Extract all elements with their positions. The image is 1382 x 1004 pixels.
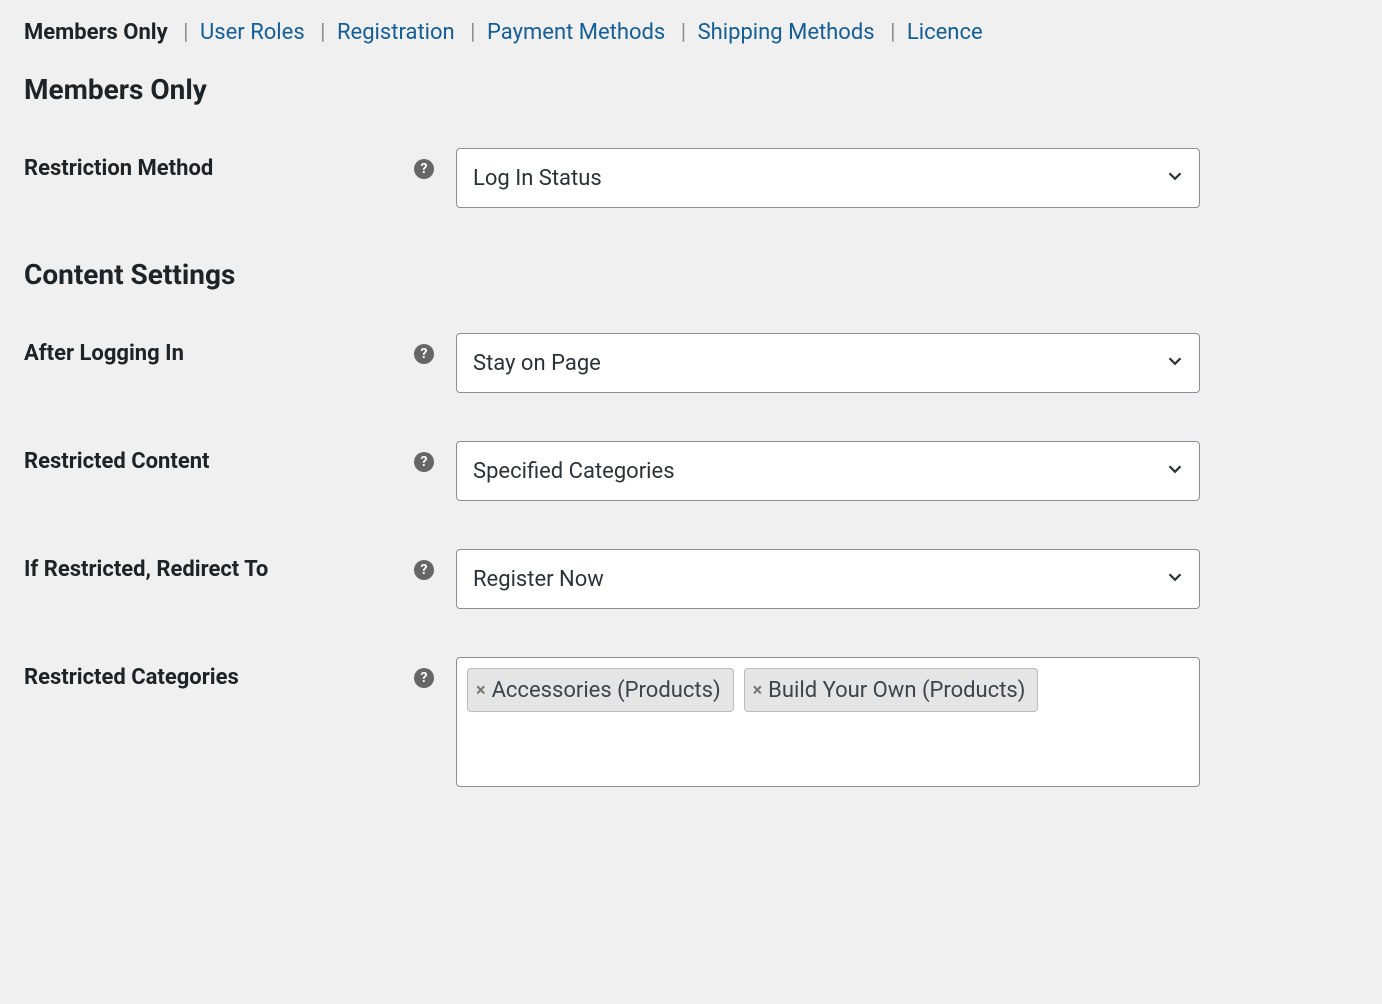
tab-separator: | (681, 20, 686, 45)
label-redirect-to: If Restricted, Redirect To (24, 557, 268, 582)
help-icon[interactable]: ? (414, 560, 434, 580)
tag-label: Build Your Own (Products) (768, 678, 1025, 703)
select-after-logging-in[interactable]: Stay on Page (456, 333, 1200, 393)
tab-separator: | (890, 20, 895, 45)
help-icon[interactable]: ? (414, 668, 434, 688)
row-redirect-to: If Restricted, Redirect To ? Register No… (24, 549, 1358, 609)
select-restriction-method[interactable]: Log In Status (456, 148, 1200, 208)
tab-members-only[interactable]: Members Only (24, 20, 168, 45)
row-restricted-content: Restricted Content ? Specified Categorie… (24, 441, 1358, 501)
label-restricted-content: Restricted Content (24, 449, 210, 474)
tab-registration[interactable]: Registration (337, 20, 455, 45)
tab-shipping-methods[interactable]: Shipping Methods (698, 20, 875, 45)
label-restricted-categories: Restricted Categories (24, 665, 239, 690)
help-icon[interactable]: ? (414, 452, 434, 472)
tab-user-roles[interactable]: User Roles (200, 20, 305, 45)
settings-tabs: Members Only | User Roles | Registration… (24, 20, 1358, 45)
section-heading-content-settings: Content Settings (24, 258, 1358, 291)
tag-item: × Build Your Own (Products) (744, 668, 1039, 712)
help-icon[interactable]: ? (414, 159, 434, 179)
label-after-logging-in: After Logging In (24, 341, 184, 366)
row-after-logging-in: After Logging In ? Stay on Page (24, 333, 1358, 393)
tab-separator: | (183, 20, 188, 45)
row-restricted-categories: Restricted Categories ? × Accessories (P… (24, 657, 1358, 787)
tab-licence[interactable]: Licence (907, 20, 983, 45)
row-restriction-method: Restriction Method ? Log In Status (24, 148, 1358, 208)
tab-separator: | (470, 20, 475, 45)
select-redirect-to[interactable]: Register Now (456, 549, 1200, 609)
tab-separator: | (320, 20, 325, 45)
tab-payment-methods[interactable]: Payment Methods (487, 20, 665, 45)
close-icon[interactable]: × (753, 680, 763, 701)
select-restricted-content[interactable]: Specified Categories (456, 441, 1200, 501)
section-heading-members-only: Members Only (24, 73, 1358, 106)
tag-item: × Accessories (Products) (467, 668, 734, 712)
tag-label: Accessories (Products) (492, 678, 721, 703)
help-icon[interactable]: ? (414, 344, 434, 364)
close-icon[interactable]: × (476, 680, 486, 701)
tag-input-restricted-categories[interactable]: × Accessories (Products) × Build Your Ow… (456, 657, 1200, 787)
label-restriction-method: Restriction Method (24, 156, 213, 181)
